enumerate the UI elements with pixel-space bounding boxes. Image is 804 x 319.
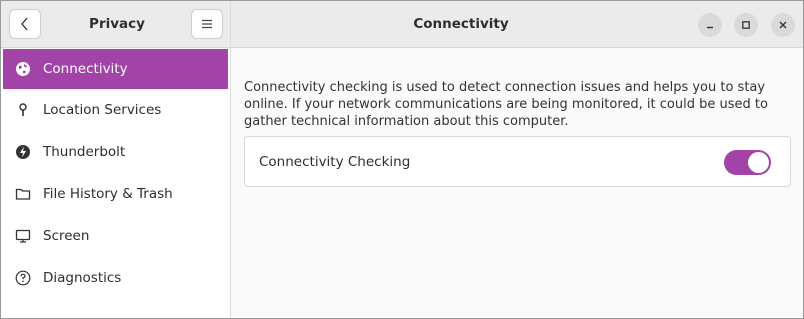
globe-icon	[15, 61, 31, 77]
sidebar-item-label: Thunderbolt	[43, 144, 126, 160]
folder-icon	[15, 186, 31, 202]
question-icon	[15, 270, 31, 286]
description-text: Connectivity checking is used to detect …	[244, 80, 768, 129]
maximize-button[interactable]	[734, 13, 758, 37]
location-pin-icon	[15, 102, 31, 118]
thunderbolt-icon	[15, 144, 31, 160]
connectivity-checking-row[interactable]: Connectivity Checking	[244, 136, 791, 187]
sidebar-item-label: Screen	[43, 228, 90, 244]
menu-button[interactable]	[191, 9, 223, 39]
sidebar-item-label: Connectivity	[43, 61, 128, 77]
sidebar-item-file-history-trash[interactable]: File History & Trash	[1, 173, 230, 215]
sidebar-nav: Connectivity Location Services Thunderbo…	[1, 48, 230, 299]
connectivity-checking-toggle[interactable]	[724, 150, 771, 175]
close-button[interactable]	[771, 13, 795, 37]
back-button[interactable]	[9, 9, 41, 39]
sidebar-item-label: Location Services	[43, 102, 162, 118]
monitor-icon	[15, 228, 31, 244]
sidebar-title: Privacy	[89, 16, 145, 32]
sidebar-item-label: File History & Trash	[43, 186, 173, 202]
sidebar-item-thunderbolt[interactable]: Thunderbolt	[1, 131, 230, 173]
hamburger-icon	[202, 19, 212, 29]
sidebar-item-diagnostics[interactable]: Diagnostics	[1, 257, 230, 299]
settings-window: Privacy Connectivity Location Services T…	[0, 0, 804, 319]
sidebar-item-location-services[interactable]: Location Services	[1, 89, 230, 131]
sidebar: Privacy Connectivity Location Services T…	[1, 1, 231, 318]
toggle-knob	[748, 152, 769, 173]
sidebar-item-screen[interactable]: Screen	[1, 215, 230, 257]
sidebar-item-label: Diagnostics	[43, 270, 122, 286]
main-content: Connectivity checking is used to detect …	[231, 49, 803, 318]
connectivity-checking-label: Connectivity Checking	[259, 154, 411, 170]
main-header: Connectivity	[231, 1, 803, 48]
minimize-icon	[707, 26, 713, 29]
sidebar-header: Privacy	[1, 1, 230, 48]
sidebar-item-connectivity[interactable]: Connectivity	[3, 49, 228, 89]
chevron-left-icon	[21, 17, 28, 31]
page-title: Connectivity	[413, 16, 509, 32]
close-icon	[779, 21, 787, 29]
minimize-button[interactable]	[698, 13, 722, 37]
maximize-icon	[742, 21, 750, 29]
